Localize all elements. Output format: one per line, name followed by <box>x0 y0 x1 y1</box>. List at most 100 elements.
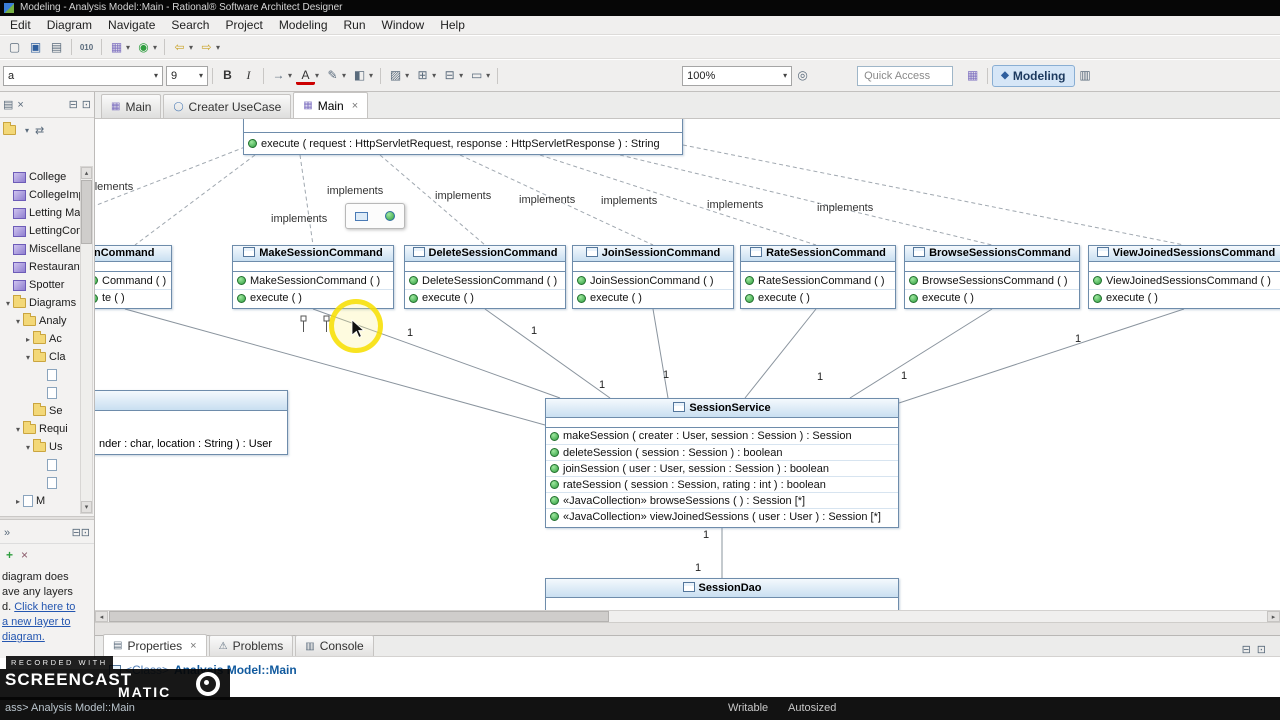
class-RateSessionCommand[interactable]: RateSessionCommand RateSessionCommand ( … <box>740 245 896 309</box>
add-layer-link[interactable]: Click here to <box>14 601 75 613</box>
tree-item[interactable]: ▸ Ac <box>0 330 80 348</box>
back-icon[interactable]: ⇦ <box>170 38 189 57</box>
chevron-down-icon[interactable]: ▾ <box>216 43 220 52</box>
operation-row[interactable]: rateSession ( session : Session, rating … <box>546 476 898 492</box>
scrollbar-thumb[interactable] <box>109 611 609 622</box>
tree-item[interactable] <box>0 456 80 474</box>
magnifier-icon[interactable]: ◎ <box>793 66 812 85</box>
chevron-down-icon[interactable]: ▾ <box>315 71 319 80</box>
operation-row[interactable]: ViewJoinedSessionsCommand ( ) <box>1089 272 1280 289</box>
chevron-down-icon[interactable]: ▾ <box>432 71 436 80</box>
shape-icon[interactable]: ▭ <box>467 66 486 85</box>
chevron-down-icon[interactable]: ▾ <box>777 71 787 80</box>
operation-row[interactable]: execute ( ) <box>741 289 895 306</box>
bold-button[interactable]: B <box>218 66 237 85</box>
operation-row[interactable]: RateSessionCommand ( ) <box>741 272 895 289</box>
scrollbar-thumb[interactable] <box>81 180 92 244</box>
collapse-all-icon[interactable] <box>3 122 16 135</box>
operation-row[interactable]: DeleteSessionCommand ( ) <box>405 272 565 289</box>
diagram-canvas[interactable]: implements implements implements impleme… <box>95 119 1280 610</box>
chevron-down-icon[interactable]: ▾ <box>459 71 463 80</box>
chevron-down-icon[interactable]: ▾ <box>189 43 193 52</box>
operation-row[interactable]: te ( ) <box>95 289 171 306</box>
zoom-combo[interactable]: 100% ▾ <box>682 65 793 86</box>
operation-row[interactable]: execute ( ) <box>905 289 1079 306</box>
operation-row[interactable]: «JavaCollection» viewJoinedSessions ( us… <box>546 508 898 524</box>
maximize-icon[interactable]: ⊡ <box>82 98 91 111</box>
tree-item[interactable]: Miscellaneou <box>0 240 80 258</box>
scroll-down-icon[interactable]: ▾ <box>81 501 92 513</box>
tree-item[interactable]: ▸ M <box>0 492 80 510</box>
menu-navigate[interactable]: Navigate <box>100 18 163 32</box>
menu-modeling[interactable]: Modeling <box>271 18 336 32</box>
binary-icon[interactable]: 010 <box>77 38 96 57</box>
tree-item[interactable]: ▾ Us <box>0 438 80 456</box>
model-icon[interactable]: ▦ <box>107 38 126 57</box>
tree-item[interactable]: ▾ Cla <box>0 348 80 366</box>
align-icon[interactable]: ⊞ <box>413 66 432 85</box>
tree-item[interactable]: Letting Mana <box>0 204 80 222</box>
minimize-icon[interactable]: ⊟ <box>69 98 78 111</box>
tree-item[interactable] <box>0 366 80 384</box>
menu-diagram[interactable]: Diagram <box>39 18 100 32</box>
pattern-icon[interactable]: ▨ <box>386 66 405 85</box>
add-layer-link[interactable]: diagram. <box>2 631 45 643</box>
class-MakeSessionCommand[interactable]: MakeSessionCommand MakeSessionCommand ( … <box>232 245 394 309</box>
scroll-left-icon[interactable]: ◂ <box>95 611 108 622</box>
perspective-grid-icon[interactable]: ▦ <box>963 66 982 85</box>
chevron-down-icon[interactable]: ▾ <box>369 71 373 80</box>
chevron-down-icon[interactable]: ▾ <box>193 71 203 80</box>
minimize-icon[interactable]: ⊟ <box>72 526 81 539</box>
operation-row[interactable]: execute ( ) <box>1089 289 1280 306</box>
chevron-down-icon[interactable]: ▾ <box>25 126 29 135</box>
class-JoinSessionCommand[interactable]: JoinSessionCommand JoinSessionCommand ( … <box>572 245 734 309</box>
class-DeleteSessionCommand[interactable]: DeleteSessionCommand DeleteSessionComman… <box>404 245 566 309</box>
menu-project[interactable]: Project <box>217 18 270 32</box>
chevrons-icon[interactable]: » <box>4 527 10 539</box>
chevron-down-icon[interactable]: ▾ <box>288 71 292 80</box>
close-icon[interactable]: × <box>17 99 23 111</box>
chevron-down-icon[interactable]: ▾ <box>405 71 409 80</box>
fill-color-icon[interactable]: ◧ <box>350 66 369 85</box>
operation-row[interactable]: «JavaCollection» browseSessions ( ) : Se… <box>546 492 898 508</box>
maximize-icon[interactable]: ⊡ <box>1257 643 1266 656</box>
class-BrowseSessionsCommand[interactable]: BrowseSessionsCommand BrowseSessionsComm… <box>904 245 1080 309</box>
tab-creater-usecase[interactable]: ◯ Creater UseCase <box>163 94 292 118</box>
save-icon[interactable]: ▣ <box>26 38 45 57</box>
view-menu-icon[interactable]: ▤ <box>3 98 13 111</box>
tree-item[interactable]: College <box>0 168 80 186</box>
add-layer-link[interactable]: a new layer to <box>2 616 70 628</box>
distribute-icon[interactable]: ⊟ <box>440 66 459 85</box>
tree-item[interactable]: Spotter <box>0 276 80 294</box>
tree-item[interactable]: Se <box>0 402 80 420</box>
tree-item[interactable]: ▾ Requi <box>0 420 80 438</box>
chevron-down-icon[interactable]: ▾ <box>342 71 346 80</box>
link-editor-icon[interactable]: ⇄ <box>35 124 44 137</box>
add-layer-icon[interactable]: + <box>6 548 13 562</box>
chevron-down-icon[interactable]: ▾ <box>126 43 130 52</box>
tree-item[interactable]: ▾ Diagrams <box>0 294 80 312</box>
tree-item[interactable] <box>0 384 80 402</box>
operation-row[interactable]: makeSession ( creater : User, session : … <box>546 428 898 444</box>
class-SessionDao[interactable]: SessionDao <box>545 578 899 610</box>
close-icon[interactable]: × <box>352 100 358 112</box>
class-user-partial[interactable]: nder : char, location : String ) : User <box>95 390 288 455</box>
tab-console[interactable]: ▥ Console <box>295 635 374 656</box>
operation-row[interactable]: deleteSession ( session : Session ) : bo… <box>546 444 898 460</box>
new-file-icon[interactable]: ▢ <box>5 38 24 57</box>
delete-layer-icon[interactable]: × <box>21 548 28 562</box>
forward-icon[interactable]: ⇨ <box>197 38 216 57</box>
tab-main-active[interactable]: ▦ Main × <box>293 92 369 118</box>
operation-row[interactable]: MakeSessionCommand ( ) <box>233 272 393 289</box>
tab-problems[interactable]: ⚠ Problems <box>208 635 294 656</box>
italic-button[interactable]: I <box>239 66 258 85</box>
tab-main-1[interactable]: ▦ Main <box>101 94 162 118</box>
minimize-icon[interactable]: ⊟ <box>1242 643 1251 656</box>
font-family-combo[interactable]: a ▾ <box>3 65 163 86</box>
tree-item[interactable] <box>0 474 80 492</box>
operation-row[interactable]: Command ( ) <box>95 272 171 289</box>
class-SessionService[interactable]: SessionService makeSession ( creater : U… <box>545 398 899 528</box>
operation-row[interactable]: execute ( request : HttpServletRequest, … <box>244 133 682 154</box>
operation-row[interactable]: execute ( ) <box>405 289 565 306</box>
operation-row[interactable]: JoinSessionCommand ( ) <box>573 272 733 289</box>
